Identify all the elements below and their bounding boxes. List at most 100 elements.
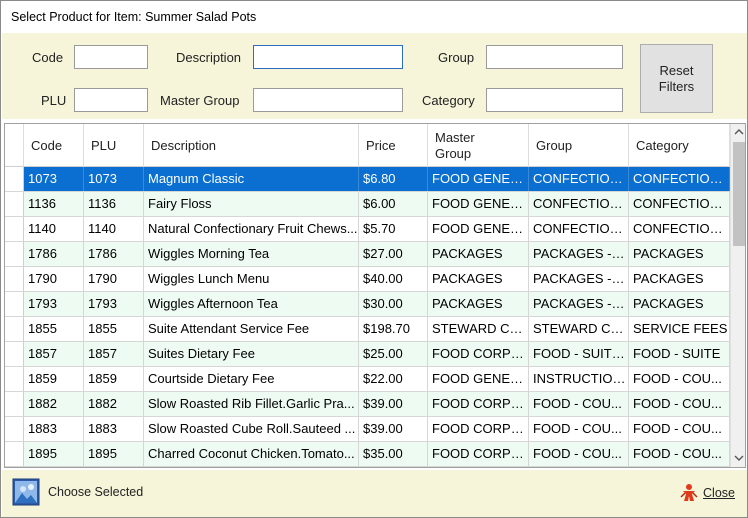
cell-plu: 1895	[84, 442, 144, 466]
row-header[interactable]	[5, 242, 24, 266]
table-row[interactable]: 1786 1786 Wiggles Morning Tea $27.00 PACKAGE…	[5, 242, 730, 267]
cell-code: 1857	[24, 342, 84, 366]
column-header-master-group-line2: Group	[435, 145, 472, 161]
cell-plu: 1859	[84, 367, 144, 391]
cell-code: 1790	[24, 267, 84, 291]
column-header-price[interactable]: Price	[359, 124, 428, 167]
row-header[interactable]	[5, 367, 24, 391]
cell-description: Wiggles Afternoon Tea	[144, 292, 359, 316]
cell-plu: 1790	[84, 267, 144, 291]
group-filter-input[interactable]	[486, 45, 623, 69]
filter-panel: Code Description Group PLU Master Group …	[2, 33, 747, 119]
table-row[interactable]: 1882 1882 Slow Roasted Rib Fillet.Garlic P…	[5, 392, 730, 417]
cell-master-group: PACKAGES	[428, 292, 529, 316]
cell-price: $35.00	[359, 442, 428, 466]
cell-group: PACKAGES - S...	[529, 267, 629, 291]
cell-master-group: FOOD GENER...	[428, 167, 529, 191]
master-group-filter-label: Master Group	[160, 93, 240, 108]
row-header[interactable]	[5, 342, 24, 366]
code-filter-input[interactable]	[74, 45, 148, 69]
choose-selected-label: Choose Selected	[48, 485, 144, 499]
column-header-master-group[interactable]: Master Group	[428, 124, 529, 167]
cell-code: 1793	[24, 292, 84, 316]
cell-plu: 1882	[84, 392, 144, 416]
cell-description: Courtside Dietary Fee	[144, 367, 359, 391]
grid-header: Code PLU Description Price Master Group …	[5, 124, 730, 167]
row-header[interactable]	[5, 267, 24, 291]
row-header[interactable]	[5, 442, 24, 466]
group-filter-label: Group	[438, 50, 475, 65]
cell-category: PACKAGES	[629, 292, 730, 316]
row-header[interactable]	[5, 417, 24, 441]
cell-description: Magnum Classic	[144, 167, 359, 191]
cell-group: CONFECTION...	[529, 167, 629, 191]
table-row[interactable]: 1073 1073 Magnum Classic $6.80 FOOD GENER...…	[5, 167, 730, 192]
column-header-code[interactable]: Code	[24, 124, 84, 167]
table-row[interactable]: 1140 1140 Natural Confectionary Fruit Chew…	[5, 217, 730, 242]
cell-price: $5.70	[359, 217, 428, 241]
cell-plu: 1786	[84, 242, 144, 266]
cell-price: $39.00	[359, 417, 428, 441]
cell-plu: 1793	[84, 292, 144, 316]
table-row[interactable]: 1790 1790 Wiggles Lunch Menu $40.00 PACKAGES…	[5, 267, 730, 292]
reset-filters-button[interactable]: Reset Filters	[640, 44, 713, 113]
column-header-description[interactable]: Description	[144, 124, 359, 167]
column-header-category[interactable]: Category	[629, 124, 730, 167]
row-header[interactable]	[5, 192, 24, 216]
vertical-scrollbar[interactable]	[730, 124, 745, 467]
cell-description: Suite Attendant Service Fee	[144, 317, 359, 341]
column-header-master-group-line1: Master	[435, 129, 475, 145]
chevron-down-icon[interactable]	[731, 450, 745, 467]
cell-category: CONFECTION...	[629, 192, 730, 216]
choose-selected-button[interactable]: Choose Selected	[12, 477, 143, 507]
row-header[interactable]	[5, 217, 24, 241]
footer-bar: Choose Selected Close	[2, 470, 747, 517]
table-row[interactable]: 1895 1895 Charred Coconut Chicken.Tomato..…	[5, 442, 730, 467]
cell-group: CONFECTION...	[529, 217, 629, 241]
cell-category: FOOD - COU...	[629, 392, 730, 416]
category-filter-input[interactable]	[486, 88, 623, 112]
cell-price: $6.80	[359, 167, 428, 191]
column-header-plu[interactable]: PLU	[84, 124, 144, 167]
close-label: Close	[703, 486, 735, 500]
chevron-up-icon[interactable]	[731, 124, 745, 141]
cell-category: FOOD - COU...	[629, 367, 730, 391]
cell-code: 1882	[24, 392, 84, 416]
master-group-filter-input[interactable]	[253, 88, 403, 112]
cell-category: PACKAGES	[629, 242, 730, 266]
cell-master-group: FOOD GENER...	[428, 367, 529, 391]
cell-plu: 1136	[84, 192, 144, 216]
table-row[interactable]: 1136 1136 Fairy Floss $6.00 FOOD GENER... CON…	[5, 192, 730, 217]
row-header[interactable]	[5, 167, 24, 191]
cell-group: FOOD - COU...	[529, 442, 629, 466]
cell-group: PACKAGES - S...	[529, 292, 629, 316]
close-button[interactable]: Close	[679, 483, 735, 503]
row-header[interactable]	[5, 292, 24, 316]
cell-master-group: FOOD CORPO...	[428, 392, 529, 416]
table-row[interactable]: 1793 1793 Wiggles Afternoon Tea $30.00 PACKA…	[5, 292, 730, 317]
picture-icon	[12, 478, 40, 506]
cell-group: INSTRUCTION...	[529, 367, 629, 391]
table-row[interactable]: 1883 1883 Slow Roasted Cube Roll.Sauteed .…	[5, 417, 730, 442]
cell-code: 1855	[24, 317, 84, 341]
plu-filter-label: PLU	[41, 93, 67, 108]
product-grid: Code PLU Description Price Master Group …	[4, 123, 746, 468]
table-row[interactable]: 1855 1855 Suite Attendant Service Fee $198.…	[5, 317, 730, 342]
cell-description: Wiggles Lunch Menu	[144, 267, 359, 291]
description-filter-label: Description	[176, 50, 242, 65]
row-header[interactable]	[5, 392, 24, 416]
column-header-group[interactable]: Group	[529, 124, 629, 167]
table-row[interactable]: 1857 1857 Suites Dietary Fee $25.00 FOOD COR…	[5, 342, 730, 367]
description-filter-input[interactable]	[253, 45, 403, 69]
cell-price: $39.00	[359, 392, 428, 416]
cell-master-group: FOOD CORPO...	[428, 417, 529, 441]
cell-price: $22.00	[359, 367, 428, 391]
cell-code: 1859	[24, 367, 84, 391]
row-header[interactable]	[5, 317, 24, 341]
plu-filter-input[interactable]	[74, 88, 148, 112]
window-title: Select Product for Item: Summer Salad Po…	[11, 10, 257, 24]
table-row[interactable]: 1859 1859 Courtside Dietary Fee $22.00 FOOD …	[5, 367, 730, 392]
scrollbar-thumb[interactable]	[733, 142, 745, 246]
reset-filters-label-line2: Filters	[658, 78, 695, 94]
cell-code: 1786	[24, 242, 84, 266]
